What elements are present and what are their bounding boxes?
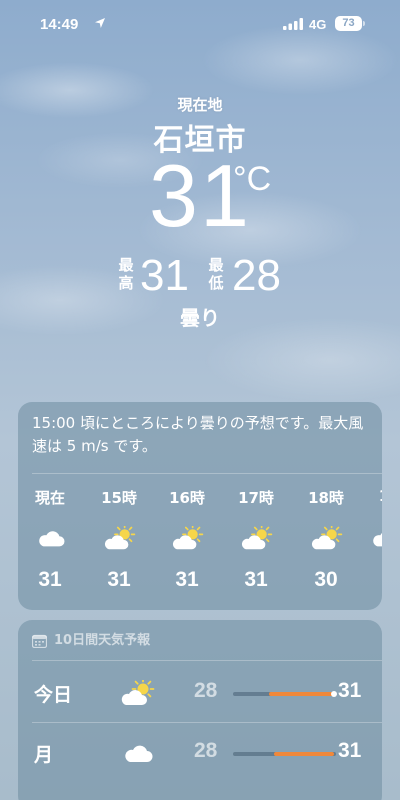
ten-day-forecast-card[interactable]: 10日間天気予報 今日 28 31 月 28 31	[18, 620, 382, 800]
temp-range-fill	[274, 752, 334, 756]
hour-label: 17時	[238, 489, 274, 507]
temperature-wrap: 31	[0, 148, 400, 244]
hour-label: 15時	[101, 489, 137, 507]
hour-item: 18時 30	[296, 482, 356, 602]
day-row[interactable]: 今日 28 31	[18, 664, 382, 722]
cloud-icon	[369, 526, 382, 552]
divider	[32, 473, 382, 474]
location-label: 現在地	[177, 96, 223, 114]
high-low: 最高 31 最低 28	[0, 252, 400, 302]
low-label: 最低	[208, 256, 224, 292]
partly-sunny-icon	[120, 677, 156, 708]
calendar-icon	[32, 634, 47, 648]
hour-label: 16時	[169, 489, 205, 507]
hour-label: 18時	[308, 489, 344, 507]
hour-item: 15時 31	[89, 482, 149, 602]
partly-sunny-icon	[172, 523, 204, 552]
temp-range-bar	[233, 691, 337, 697]
status-bar: 14:49 4G 73	[0, 0, 400, 44]
hourly-forecast-card[interactable]: 15:00 頃にところにより曇りの予想です。最大風速は 5 m/s です。 現在…	[18, 402, 382, 610]
hour-temp: 31	[175, 568, 199, 591]
cloud-icon	[35, 526, 67, 552]
day-high-temp: 31	[338, 679, 362, 702]
temperature-unit: °C	[233, 160, 272, 198]
day-low-temp: 28	[194, 739, 218, 762]
day-low-temp: 28	[194, 679, 218, 702]
day-name: 月	[34, 744, 54, 766]
current-temp-marker	[330, 691, 337, 697]
temp-range-fill	[269, 692, 336, 696]
network-type: 4G	[309, 17, 327, 32]
partly-sunny-icon	[311, 523, 343, 552]
temp-range-bar	[233, 752, 336, 756]
hour-item: 1	[354, 482, 382, 602]
hour-item: 17時 31	[226, 482, 286, 602]
hour-temp: 31	[38, 568, 62, 591]
day-high-temp: 31	[338, 739, 362, 762]
location-arrow-icon	[95, 18, 105, 28]
signal-icon	[283, 18, 303, 30]
cloud-icon	[120, 740, 156, 768]
battery-icon: 73	[335, 16, 362, 31]
ten-day-title: 10日間天気予報	[54, 633, 151, 648]
condition: 曇り	[180, 306, 220, 330]
partly-sunny-icon	[241, 523, 273, 552]
divider	[32, 660, 382, 661]
battery-tip	[363, 21, 365, 26]
status-time: 14:49	[40, 16, 79, 33]
high-label: 最高	[118, 256, 134, 292]
hour-label: 現在	[34, 489, 65, 507]
day-name: 今日	[34, 684, 73, 706]
hour-label: 1	[354, 487, 382, 505]
day-row[interactable]: 月 28 31	[18, 724, 382, 782]
hour-temp: 31	[244, 568, 268, 591]
partly-sunny-icon	[104, 523, 136, 552]
hour-item: 現在 31	[20, 482, 80, 602]
hour-temp: 30	[314, 568, 338, 591]
hour-temp: 31	[107, 568, 131, 591]
divider	[32, 722, 382, 723]
forecast-summary: 15:00 頃にところにより曇りの予想です。最大風速は 5 m/s です。	[32, 414, 364, 455]
low-temp: 28	[232, 251, 281, 300]
high-temp: 31	[140, 251, 189, 300]
hour-item: 16時 31	[157, 482, 217, 602]
